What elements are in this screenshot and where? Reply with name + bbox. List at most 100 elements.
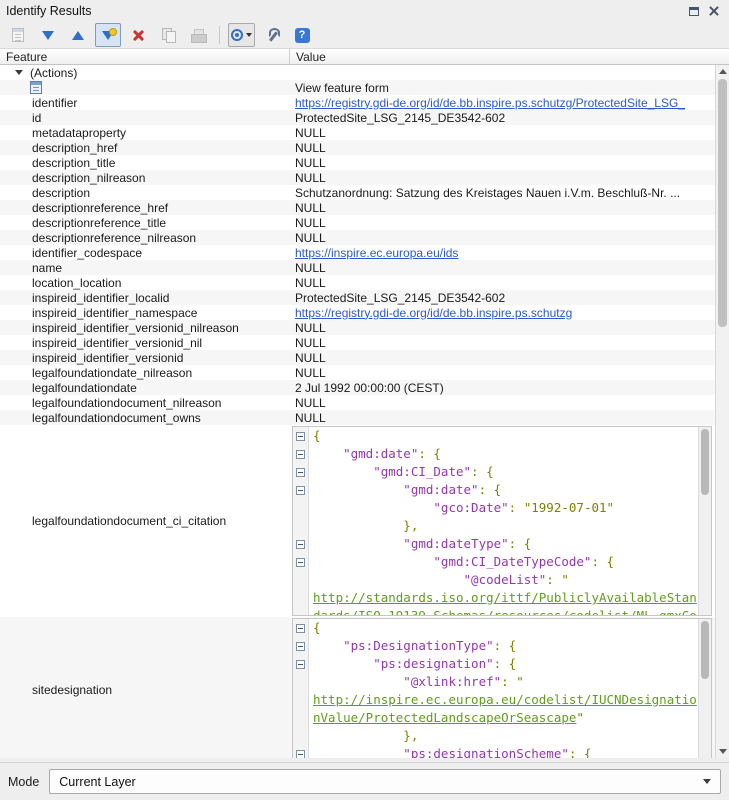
feature-name: legalfoundationdate_nilreason [32, 366, 192, 380]
mode-combobox[interactable]: Current Layer [49, 769, 721, 794]
feature-name: inspireid_identifier_versionid_nil [32, 336, 202, 350]
code-area[interactable]: { "ps:DesignationType": { "ps:designatio… [309, 619, 698, 758]
identify-mode-button[interactable] [228, 23, 255, 47]
chevron-down-icon [703, 779, 711, 784]
table-row[interactable]: description_titleNULL [0, 155, 729, 170]
value-cell: NULL [290, 275, 729, 290]
table-row[interactable]: legalfoundationdocument_ci_citation{ "gm… [0, 425, 729, 617]
value-cell: https://registry.gdi-de.org/id/de.bb.ins… [290, 305, 729, 320]
json-editor-legalfoundationdocument_ci_citation[interactable]: { "gmd:date": { "gmd:CI_Date": { "gmd:da… [292, 426, 712, 616]
editor-scrollbar[interactable] [698, 619, 711, 758]
code-line: "gco:Date": "1992-07-01" [313, 499, 698, 517]
table-row[interactable]: legalfoundationdate_nilreasonNULL [0, 365, 729, 380]
fold-marker-icon[interactable] [296, 642, 305, 651]
feature-name: description_nilreason [32, 171, 145, 185]
panel-titlebar[interactable]: Identify Results [0, 0, 729, 22]
column-header-feature[interactable]: Feature [0, 49, 290, 64]
table-row[interactable]: legalfoundationdate2 Jul 1992 00:00:00 (… [0, 380, 729, 395]
open-form-button[interactable] [5, 23, 31, 47]
print-response-button[interactable] [185, 23, 211, 47]
editor-scrollbar-thumb[interactable] [701, 621, 709, 679]
code-line: }, [313, 727, 698, 745]
fold-marker-icon[interactable] [296, 750, 305, 759]
copy-feature-button[interactable] [155, 23, 181, 47]
table-row[interactable]: inspireid_identifier_versionid_nilNULL [0, 335, 729, 350]
table-row[interactable]: descriptionreference_hrefNULL [0, 200, 729, 215]
scrollbar-track[interactable] [716, 78, 729, 745]
feature-cell: descriptionreference_title [0, 215, 290, 230]
table-row[interactable]: inspireid_identifier_versionidNULL [0, 350, 729, 365]
identify-settings-button[interactable] [259, 23, 285, 47]
column-header-value[interactable]: Value [290, 49, 729, 64]
collapse-arrow-icon[interactable] [15, 70, 23, 75]
table-row[interactable]: description_hrefNULL [0, 140, 729, 155]
feature-form-icon[interactable] [30, 81, 42, 94]
value-text: NULL [295, 276, 326, 290]
table-row[interactable]: inspireid_identifier_namespacehttps://re… [0, 305, 729, 320]
table-row[interactable]: descriptionreference_nilreasonNULL [0, 230, 729, 245]
view-feature-form-action[interactable]: View feature form [295, 81, 389, 95]
fold-marker-icon[interactable] [296, 486, 305, 495]
feature-name: legalfoundationdocument_nilreason [32, 396, 221, 410]
expand-new-results-button[interactable] [95, 23, 121, 47]
collapse-tree-button[interactable] [65, 23, 91, 47]
feature-cell: inspireid_identifier_localid [0, 290, 290, 305]
table-row[interactable]: metadatapropertyNULL [0, 125, 729, 140]
table-row[interactable]: View feature form [0, 80, 729, 95]
results-scrollbar[interactable] [715, 65, 729, 758]
table-row[interactable]: inspireid_identifier_localidProtectedSit… [0, 290, 729, 305]
scrollbar-thumb[interactable] [718, 79, 727, 327]
table-row[interactable]: nameNULL [0, 260, 729, 275]
json-editor-sitedesignation[interactable]: { "ps:DesignationType": { "ps:designatio… [292, 618, 712, 758]
value-link[interactable]: https://registry.gdi-de.org/id/de.bb.ins… [295, 306, 572, 320]
code-line: }, [313, 517, 698, 535]
fold-marker-icon[interactable] [296, 624, 305, 633]
gutter-line [293, 607, 308, 616]
editor-scrollbar-thumb[interactable] [701, 429, 709, 495]
scroll-up-icon[interactable] [716, 65, 729, 78]
table-header[interactable]: Feature Value [0, 48, 729, 65]
table-row[interactable]: inspireid_identifier_versionid_nilreason… [0, 320, 729, 335]
fold-marker-icon[interactable] [296, 468, 305, 477]
value-cell: ProtectedSite_LSG_2145_DE3542-602 [290, 290, 729, 305]
gutter-line [293, 589, 308, 607]
fold-marker-icon[interactable] [296, 432, 305, 441]
value-link[interactable]: https://inspire.ec.europa.eu/ids [295, 246, 458, 260]
fold-marker-icon[interactable] [296, 558, 305, 567]
value-text: NULL [295, 351, 326, 365]
table-row[interactable]: descriptionreference_titleNULL [0, 215, 729, 230]
table-row[interactable]: (Actions) [0, 65, 729, 80]
table-row[interactable]: description_nilreasonNULL [0, 170, 729, 185]
fold-marker-icon[interactable] [296, 660, 305, 669]
feature-cell: identifier [0, 95, 290, 110]
help-button[interactable] [289, 23, 315, 47]
table-row[interactable]: idProtectedSite_LSG_2145_DE3542-602 [0, 110, 729, 125]
code-area[interactable]: { "gmd:date": { "gmd:CI_Date": { "gmd:da… [309, 427, 698, 615]
dropdown-arrow-icon [246, 33, 252, 37]
fold-marker-icon[interactable] [296, 450, 305, 459]
table-row[interactable]: legalfoundationdocument_ownsNULL [0, 410, 729, 425]
table-row[interactable]: sitedesignation{ "ps:DesignationType": {… [0, 617, 729, 758]
table-row[interactable]: identifier https://registry.gdi-de.org/id… [0, 95, 729, 110]
table-row[interactable]: location_location NULL [0, 275, 729, 290]
feature-cell: description_title [0, 155, 290, 170]
editor-scrollbar[interactable] [698, 427, 711, 615]
feature-cell: inspireid_identifier_versionid_nil [0, 335, 290, 350]
fold-marker-icon[interactable] [296, 540, 305, 549]
clear-results-button[interactable] [125, 23, 151, 47]
value-cell: { "ps:DesignationType": { "ps:designatio… [290, 617, 729, 758]
value-link[interactable]: https://registry.gdi-de.org/id/de.bb.ins… [295, 96, 685, 110]
scroll-down-icon[interactable] [716, 745, 729, 758]
feature-cell: location_location [0, 275, 290, 290]
group-label: (Actions) [30, 66, 77, 80]
float-button[interactable] [685, 3, 703, 19]
table-row[interactable]: identifier_codespacehttps://inspire.ec.e… [0, 245, 729, 260]
gutter-line [293, 709, 308, 727]
close-button[interactable] [705, 3, 723, 19]
code-line: { [313, 427, 698, 445]
gutter-line [293, 637, 308, 655]
table-row[interactable]: legalfoundationdocument_nilreasonNULL [0, 395, 729, 410]
expand-tree-button[interactable] [35, 23, 61, 47]
gutter-line [293, 499, 308, 517]
table-row[interactable]: descriptionSchutzanordnung: Satzung des … [0, 185, 729, 200]
